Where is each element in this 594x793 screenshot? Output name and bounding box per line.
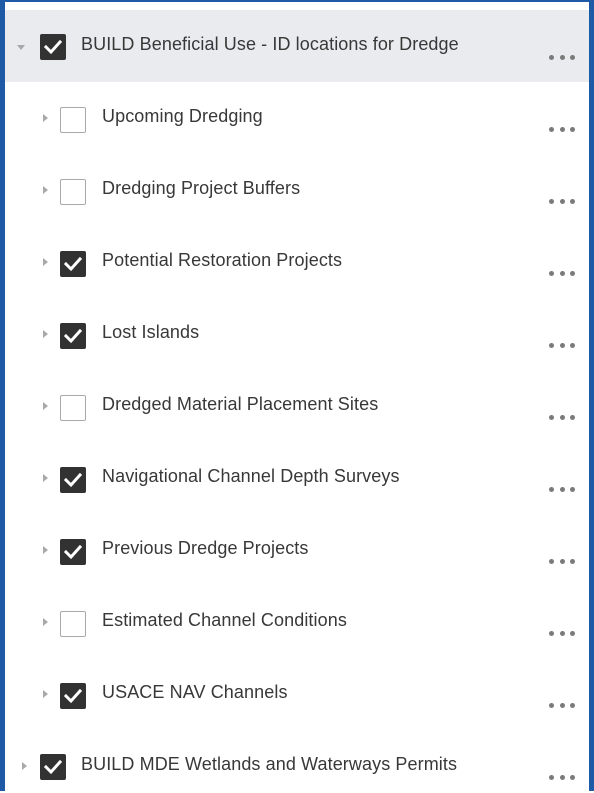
layer-checkbox[interactable] [60,467,86,493]
layer-label: Upcoming Dredging [102,106,263,126]
layer-checkbox[interactable] [60,611,86,637]
layer-label: USACE NAV Channels [102,682,288,702]
layer-checkbox[interactable] [60,179,86,205]
layer-checkbox[interactable] [40,34,66,60]
layer-row-usace-nav-channels[interactable]: USACE NAV Channels [5,658,589,730]
checkmark-icon [64,328,82,344]
ellipsis-icon[interactable] [549,773,575,781]
layer-row-upcoming-dredging[interactable]: Upcoming Dredging [5,82,589,154]
layer-row-build-beneficial-use[interactable]: BUILD Beneficial Use - ID locations for … [5,10,589,82]
caret-right-icon[interactable] [43,114,48,122]
layer-checkbox[interactable] [60,107,86,133]
layer-label: Dredging Project Buffers [102,178,301,198]
checkmark-icon [64,256,82,272]
caret-down-icon[interactable] [17,45,25,50]
layer-list-panel: BUILD Beneficial Use - ID locations for … [0,0,594,791]
caret-right-icon[interactable] [43,402,48,410]
layer-row-navigational-channel-depth-surveys[interactable]: Navigational Channel Depth Surveys [5,442,589,514]
caret-right-icon[interactable] [43,258,48,266]
caret-right-icon[interactable] [43,474,48,482]
ellipsis-icon[interactable] [549,125,575,133]
checkmark-icon [64,472,82,488]
layer-row-build-mde-wetlands[interactable]: BUILD MDE Wetlands and Waterways Permits [5,732,589,793]
layer-label: Potential Restoration Projects [102,250,343,270]
layer-checkbox[interactable] [60,323,86,349]
layer-label: Dredged Material Placement Sites [102,394,379,414]
checkmark-icon [44,759,62,775]
layer-checkbox[interactable] [60,683,86,709]
layer-label: Navigational Channel Depth Surveys [102,466,400,486]
checkmark-icon [64,688,82,704]
layer-row-previous-dredge-projects[interactable]: Previous Dredge Projects [5,514,589,586]
layer-checkbox[interactable] [60,251,86,277]
ellipsis-icon[interactable] [549,341,575,349]
ellipsis-icon[interactable] [549,557,575,565]
layer-label: Lost Islands [102,322,200,342]
caret-right-icon[interactable] [43,186,48,194]
ellipsis-icon[interactable] [549,269,575,277]
checkmark-icon [44,39,62,55]
caret-right-icon[interactable] [43,690,48,698]
ellipsis-icon[interactable] [549,485,575,493]
layer-row-dredged-material-placement-sites[interactable]: Dredged Material Placement Sites [5,370,589,442]
caret-right-icon[interactable] [22,762,27,770]
layer-row-dredging-project-buffers[interactable]: Dredging Project Buffers [5,154,589,226]
checkmark-icon [64,544,82,560]
ellipsis-icon[interactable] [549,53,575,61]
layer-row-lost-islands[interactable]: Lost Islands [5,298,589,370]
layer-row-estimated-channel-conditions[interactable]: Estimated Channel Conditions [5,586,589,658]
ellipsis-icon[interactable] [549,701,575,709]
layer-checkbox[interactable] [40,754,66,780]
layer-checkbox[interactable] [60,539,86,565]
ellipsis-icon[interactable] [549,629,575,637]
layer-row-potential-restoration-projects[interactable]: Potential Restoration Projects [5,226,589,298]
layer-checkbox[interactable] [60,395,86,421]
layer-label: Estimated Channel Conditions [102,610,347,630]
caret-right-icon[interactable] [43,546,48,554]
layer-label: BUILD Beneficial Use - ID locations for … [81,34,459,54]
caret-right-icon[interactable] [43,618,48,626]
caret-right-icon[interactable] [43,330,48,338]
layer-label: Previous Dredge Projects [102,538,309,558]
ellipsis-icon[interactable] [549,413,575,421]
ellipsis-icon[interactable] [549,197,575,205]
layer-label: BUILD MDE Wetlands and Waterways Permits [81,754,458,774]
